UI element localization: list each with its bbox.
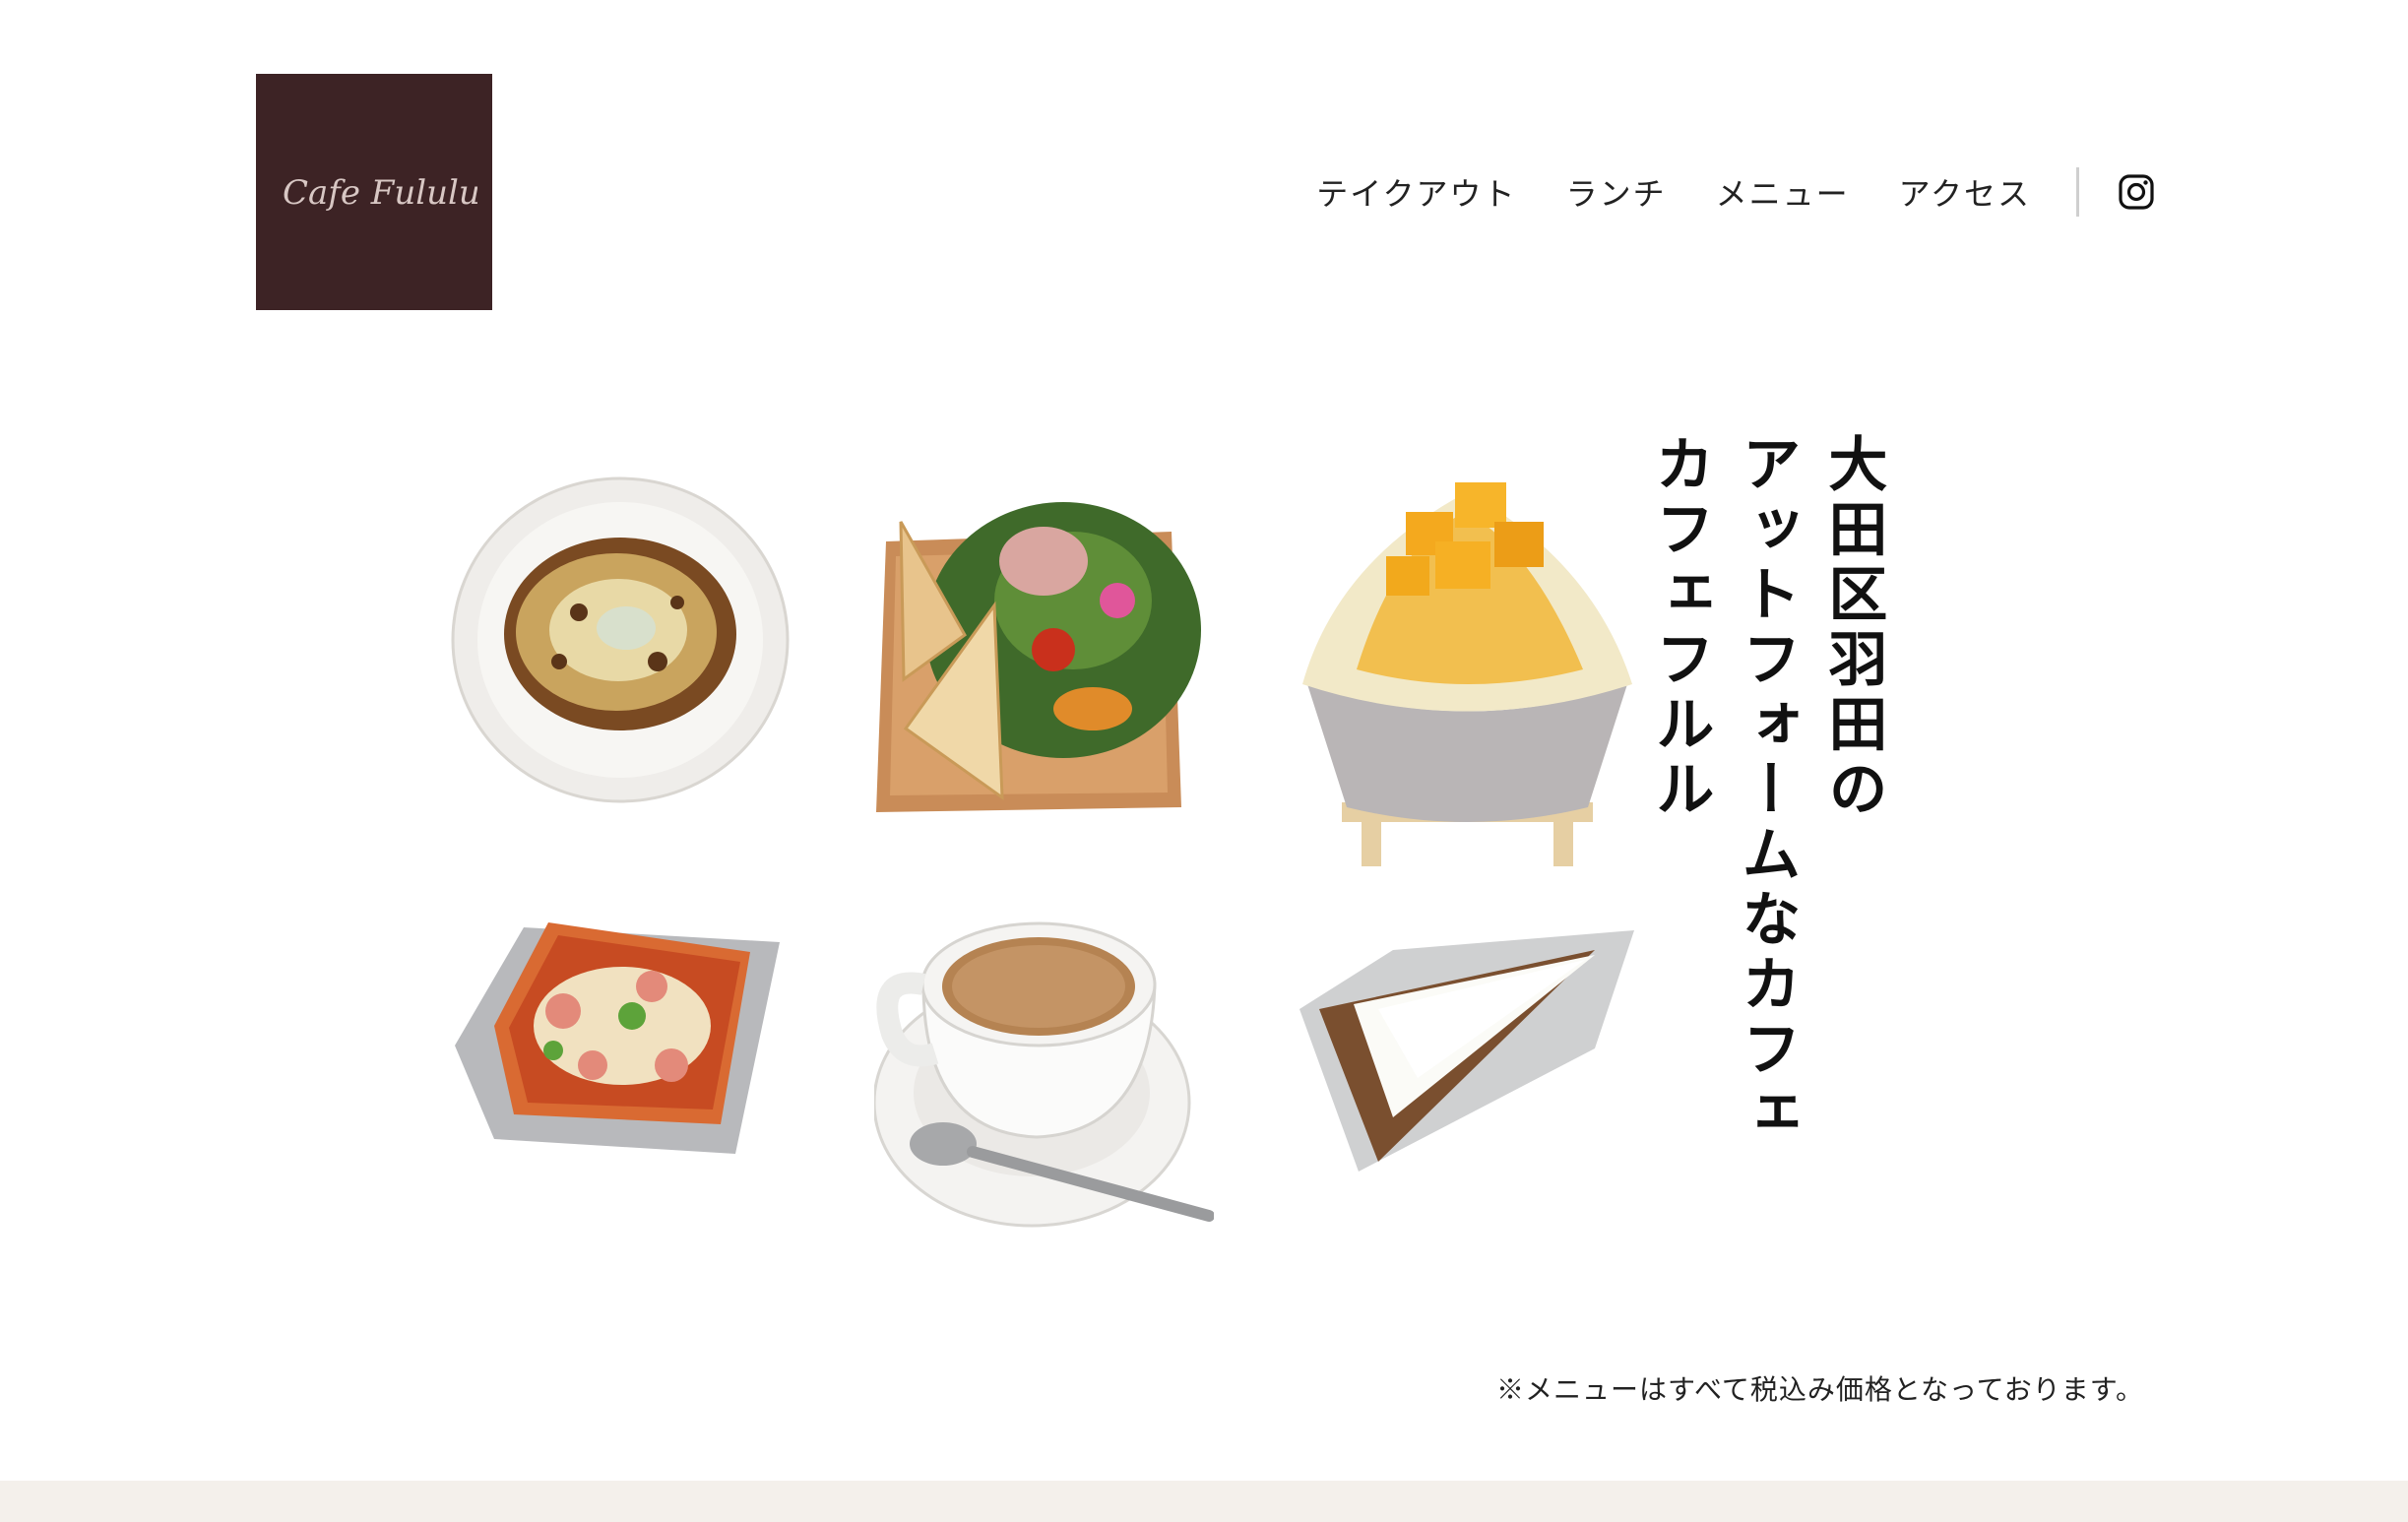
site-logo[interactable]: Cafe Fululu	[256, 74, 492, 310]
tax-note: ※メニューはすべて税込み価格となっております。	[1495, 1373, 2144, 1406]
coffee-cup-image	[874, 916, 1214, 1231]
logo-text: Cafe Fululu	[283, 173, 477, 213]
doria-plate-image	[451, 475, 791, 804]
cheesecake-image	[1299, 920, 1639, 1176]
instagram-icon[interactable]	[2117, 172, 2156, 212]
nav-item-access[interactable]: アクセス	[1899, 169, 2031, 215]
main-nav: テイクアウト ランチ メニュー アクセス	[1316, 162, 2156, 222]
salad-toast-image	[876, 482, 1211, 817]
hero-headline: 大田区羽田の アットフォームなカフェ カフェフルル	[1636, 433, 1896, 1148]
mango-shaved-ice-image	[1298, 473, 1637, 871]
nav-item-takeout[interactable]: テイクアウト	[1316, 169, 1516, 215]
nav-item-menu[interactable]: メニュー	[1716, 169, 1850, 215]
footer-band	[0, 1481, 2408, 1522]
headline-line-1: 大田区羽田の	[1817, 433, 1887, 823]
headline-line-2: アットフォームなカフェ	[1731, 433, 1801, 1148]
logo-mark: Cafe Fululu	[283, 173, 477, 213]
pizza-toast-image	[455, 918, 790, 1159]
nav-divider	[2076, 167, 2079, 217]
nav-item-lunch[interactable]: ランチ	[1566, 169, 1667, 215]
headline-line-3: カフェフルル	[1644, 433, 1714, 823]
